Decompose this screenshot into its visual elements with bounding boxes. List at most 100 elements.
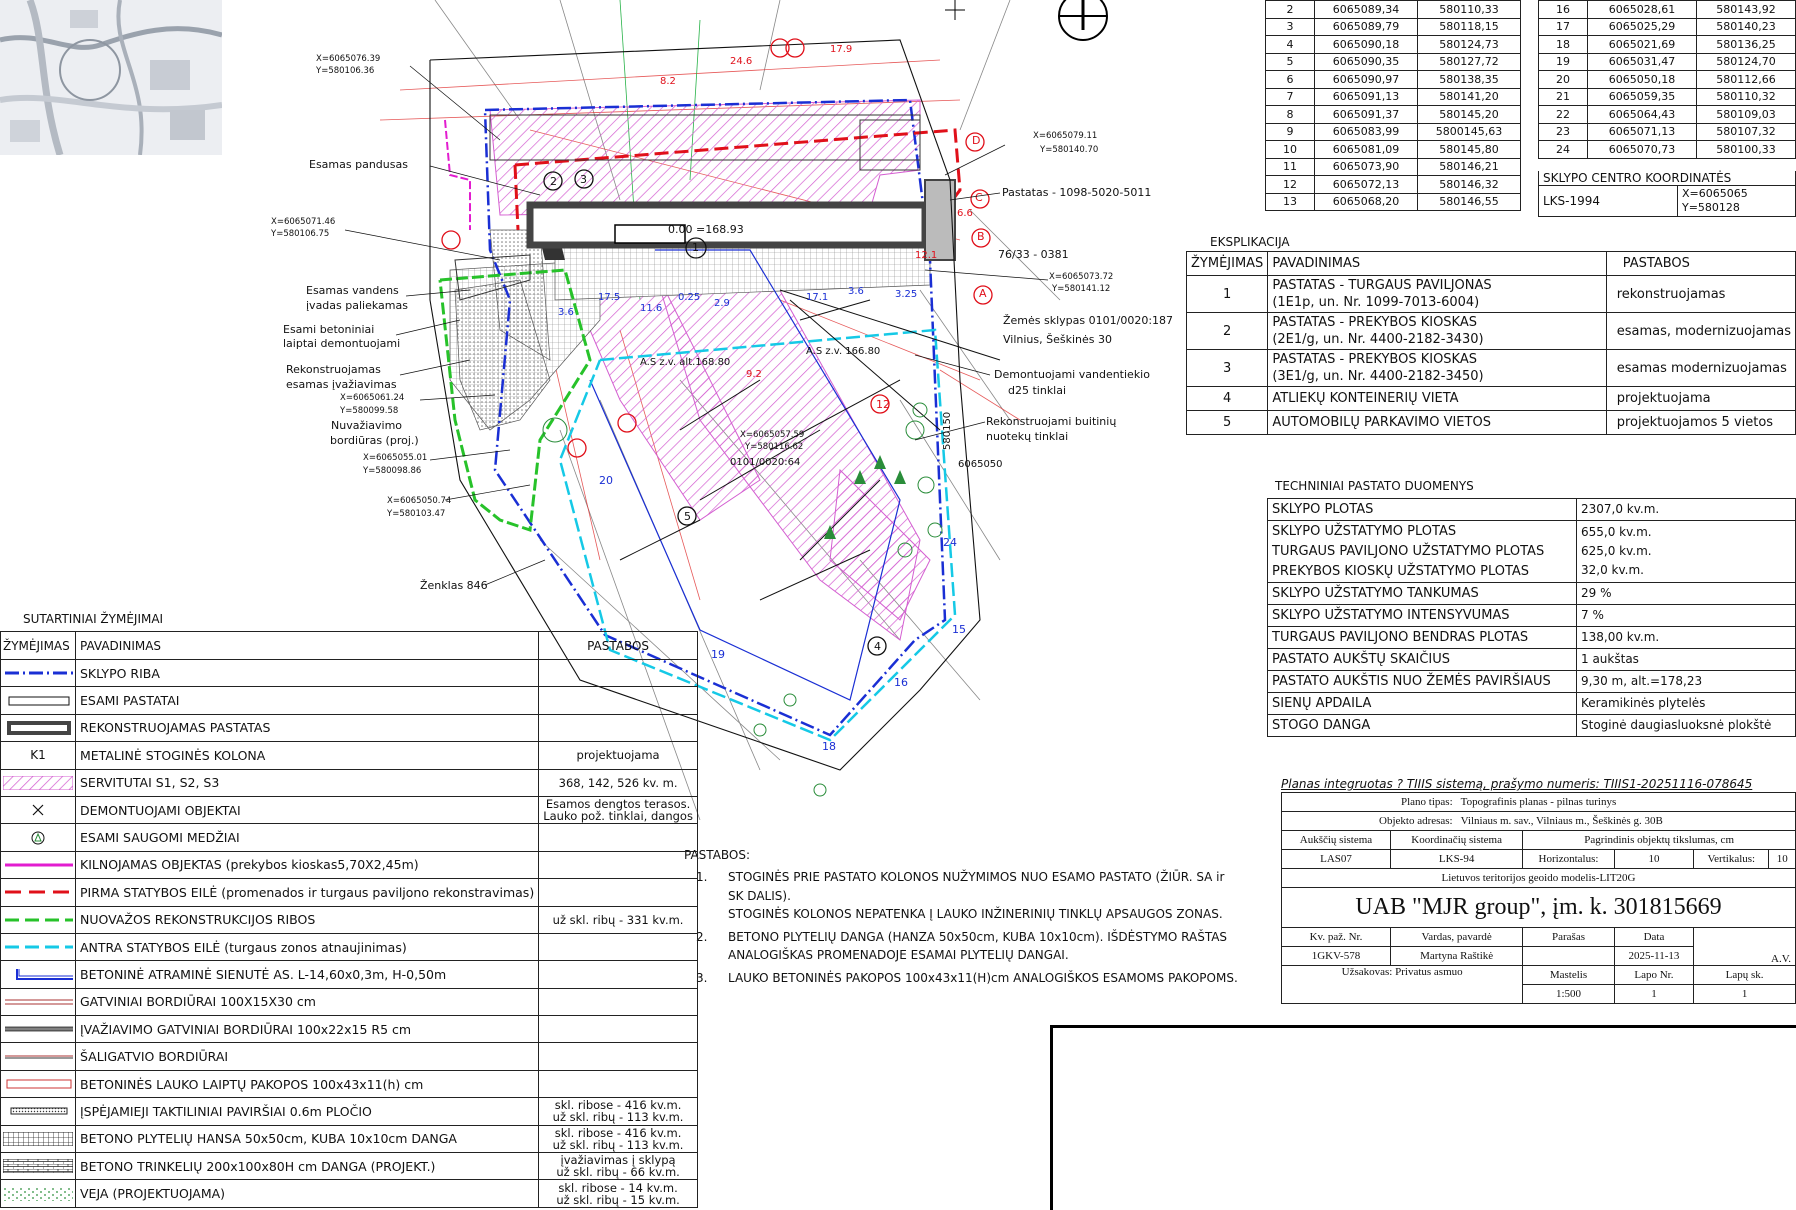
stamp-av: A.V. xyxy=(1693,927,1796,966)
point-18: 18 xyxy=(822,740,836,753)
coord-right-cell: 6065031,47 xyxy=(1586,52,1698,71)
legend-symbol-rect-thin-icon xyxy=(3,694,73,708)
tech-row: SIENŲ APDAILA Keramikinės plytelės xyxy=(1267,692,1796,715)
label-elev-main: 0.00 =168.93 xyxy=(668,223,744,236)
stamp-geoid: Lietuvos teritorijos geoido modelis-LIT2… xyxy=(1281,868,1796,888)
coord-left-row: 9 6065083,99 5800145,63 xyxy=(1265,122,1521,141)
label-elev-a1: A.S z.v. alt.168.80 xyxy=(640,357,731,368)
legend-row: ESAMI SAUGOMI MEDŽIAI xyxy=(0,823,698,852)
tech-row: PASTATO AUKŠTŲ SKAIČIUS 1 aukštas xyxy=(1267,648,1796,671)
note-item: 3. LAUKO BETONINĖS PAKOPOS 100x43x11(H)cm… xyxy=(696,969,1276,988)
tech-key-line: SKLYPO UŽSTATYMO INTENSYVUMAS xyxy=(1272,607,1510,623)
eks-note: rekonstruojamas xyxy=(1605,275,1796,313)
eks-number: 5 xyxy=(1185,410,1269,435)
tech-title: TECHNINIAI PASTATO DUOMENYS xyxy=(1275,479,1474,493)
legend-name: BETONO TRINKELIŲ 200x100x80H cm DANGA (P… xyxy=(74,1152,540,1181)
legend-header-pavadinimas: PAVADINIMAS xyxy=(74,631,540,660)
coord-4-x: X=6065055.01 xyxy=(363,453,428,463)
label-rekon-2: nuotekų tinklai xyxy=(986,430,1069,443)
note-line: BETONO PLYTELIŲ DANGA (HANZA 50x50cm, KU… xyxy=(728,929,1228,944)
stamp-plan-type-label: Plano tipas: xyxy=(1280,792,1457,812)
eks-note: esamas, modernizuojamas xyxy=(1605,312,1796,350)
eks-header-zymejimas: ŽYMĖJIMAS xyxy=(1185,251,1269,276)
legend-symbol-red-dash-icon xyxy=(3,885,73,899)
legend-row: ANTRA STATYBOS EILĖ (turgaus zonos atnau… xyxy=(0,932,698,962)
legend-symbol-rect-thick-icon xyxy=(3,720,73,735)
coord-right-row: 19 6065031,47 580124,70 xyxy=(1538,52,1796,71)
legend-symbol-curb-dark-icon xyxy=(3,1022,73,1036)
stamp-accuracy-label: Pagrindinis objektų tikslumas, cm xyxy=(1522,830,1796,850)
legend-note: projektuojama xyxy=(538,741,698,770)
coord-right-row: 17 6065025,29 580140,23 xyxy=(1538,17,1796,36)
dim-3-6: 3.6 xyxy=(558,307,574,318)
note-line: SK DALIS). xyxy=(728,888,791,903)
point-19: 19 xyxy=(711,648,725,661)
tech-value: 1 aukštas xyxy=(1576,648,1796,671)
coord-right-cell: 6065021,69 xyxy=(1586,35,1698,54)
legend-name: GATVINIAI BORDIŪRAI 100X15X30 cm xyxy=(74,987,540,1017)
legend-name: METALINĖ STOGINĖS KOLONA xyxy=(74,741,540,770)
eks-name-line1: PASTATAS - TURGAUS PAVILJONAS xyxy=(1272,278,1492,293)
legend-name: REKONSTRUOJAMAS PASTATAS xyxy=(74,713,540,743)
coord-left-row: 12 6065072,13 580146,32 xyxy=(1265,175,1521,194)
coord-left-cell: 6065089,79 xyxy=(1314,17,1418,36)
tech-value-line: 1 aukštas xyxy=(1581,652,1639,666)
legend-note-line: projektuojama xyxy=(576,748,660,763)
dim-0-25: 0.25 xyxy=(678,292,701,303)
tech-key: SKLYPO PLOTAS xyxy=(1267,498,1577,521)
coord-4-y: Y=580098.86 xyxy=(363,466,422,476)
center-title: SKLYPO CENTRO KOORDINATĖS xyxy=(1538,171,1796,186)
coord-left-cell: 11 xyxy=(1265,157,1315,176)
stamp-sheets: 1 xyxy=(1693,984,1796,1004)
coord-7-x: X=6065073.72 xyxy=(1049,272,1114,282)
tech-value-line: 625,0 kv.m. xyxy=(1581,544,1652,558)
coord-right-cell: 6065050,18 xyxy=(1586,70,1698,89)
eks-name-line2: (3E1/g, un. Nr. 4400-2182-3450) xyxy=(1272,369,1484,384)
stamp-scale-label: Mastelis xyxy=(1522,965,1615,985)
legend-row: K1 METALINĖ STOGINĖS KOLONA projektuojama xyxy=(0,741,698,770)
tech-value-line: 9,30 m, alt.=178,23 xyxy=(1581,674,1703,688)
coord-right-cell: 580107,32 xyxy=(1696,122,1796,141)
legend-symbol-tactile-icon xyxy=(3,1104,73,1118)
tech-key-line: PASTATO AUKŠTŲ SKAIČIUS xyxy=(1272,651,1451,667)
coord-left-cell: 10 xyxy=(1265,140,1315,159)
legend-header-zymejimas: ŽYMĖJIMAS xyxy=(0,631,76,660)
coord-right-row: 23 6065071,13 580107,32 xyxy=(1538,122,1796,141)
coord-left-cell: 580110,33 xyxy=(1417,0,1521,19)
dim-12-1: 12.1 xyxy=(915,250,938,261)
legend-row: SKLYPO RIBA xyxy=(0,658,698,688)
eks-row: 2 PASTATAS - PREKYBOS KIOSKAS (2E1/g, un. … xyxy=(1185,312,1796,350)
legend-symbol-pavers-icon xyxy=(3,1159,73,1174)
dim-9-2: 9.2 xyxy=(746,369,762,380)
legend-title: SUTARTINIAI ŽYMĖJIMAI xyxy=(23,612,164,626)
coord-8-x: X=6065057.59 xyxy=(740,430,805,440)
legend-row: DEMONTUOJAMI OBJEKTAI Esamos dengtos tera… xyxy=(0,795,698,825)
eksplikacija-table: ŽYMĖJIMAS PAVADINIMAS PASTABOS 1 PASTATAS… xyxy=(1185,251,1796,435)
legend-symbol: K1 xyxy=(0,741,76,770)
stamp-address-label: Objekto adresas: xyxy=(1280,811,1457,831)
legend-note xyxy=(538,713,698,743)
legend-symbol xyxy=(0,823,76,852)
legend-row: PIRMA STATYBOS EILĖ (promenados ir turga… xyxy=(0,878,698,907)
coord-5-y: Y=580103.47 xyxy=(387,509,446,519)
coord-2-y: Y=580106.75 xyxy=(271,229,330,239)
legend-symbol-green-dash-icon xyxy=(3,913,73,927)
legend-note-line: už skl. ribų - 15 kv.m. xyxy=(556,1192,680,1207)
legend-symbol xyxy=(0,658,76,688)
tech-key: STOGO DANGA xyxy=(1267,714,1577,737)
eks-number: 3 xyxy=(1185,349,1269,387)
axis-label-a: A xyxy=(979,287,987,300)
tech-value: 9,30 m, alt.=178,23 xyxy=(1576,670,1796,693)
tech-key-line: SIENŲ APDAILA xyxy=(1272,695,1372,711)
point-24: 24 xyxy=(943,536,957,549)
tech-key: SIENŲ APDAILA xyxy=(1267,692,1577,715)
coord-right-cell: 17 xyxy=(1538,17,1588,36)
eks-note: esamas modernizuojamas xyxy=(1605,349,1796,387)
coord-right-cell: 23 xyxy=(1538,122,1588,141)
stamp-date: 2025-11-13 xyxy=(1613,946,1695,966)
eks-name: ATLIEKŲ KONTEINERIŲ VIETA xyxy=(1267,386,1607,411)
coord-6-y: Y=580140.70 xyxy=(1040,145,1099,155)
tech-key: PASTATO AUKŠTŲ SKAIČIUS xyxy=(1267,648,1577,671)
legend-note xyxy=(538,932,698,962)
coord-left-cell: 6065081,09 xyxy=(1314,140,1418,159)
